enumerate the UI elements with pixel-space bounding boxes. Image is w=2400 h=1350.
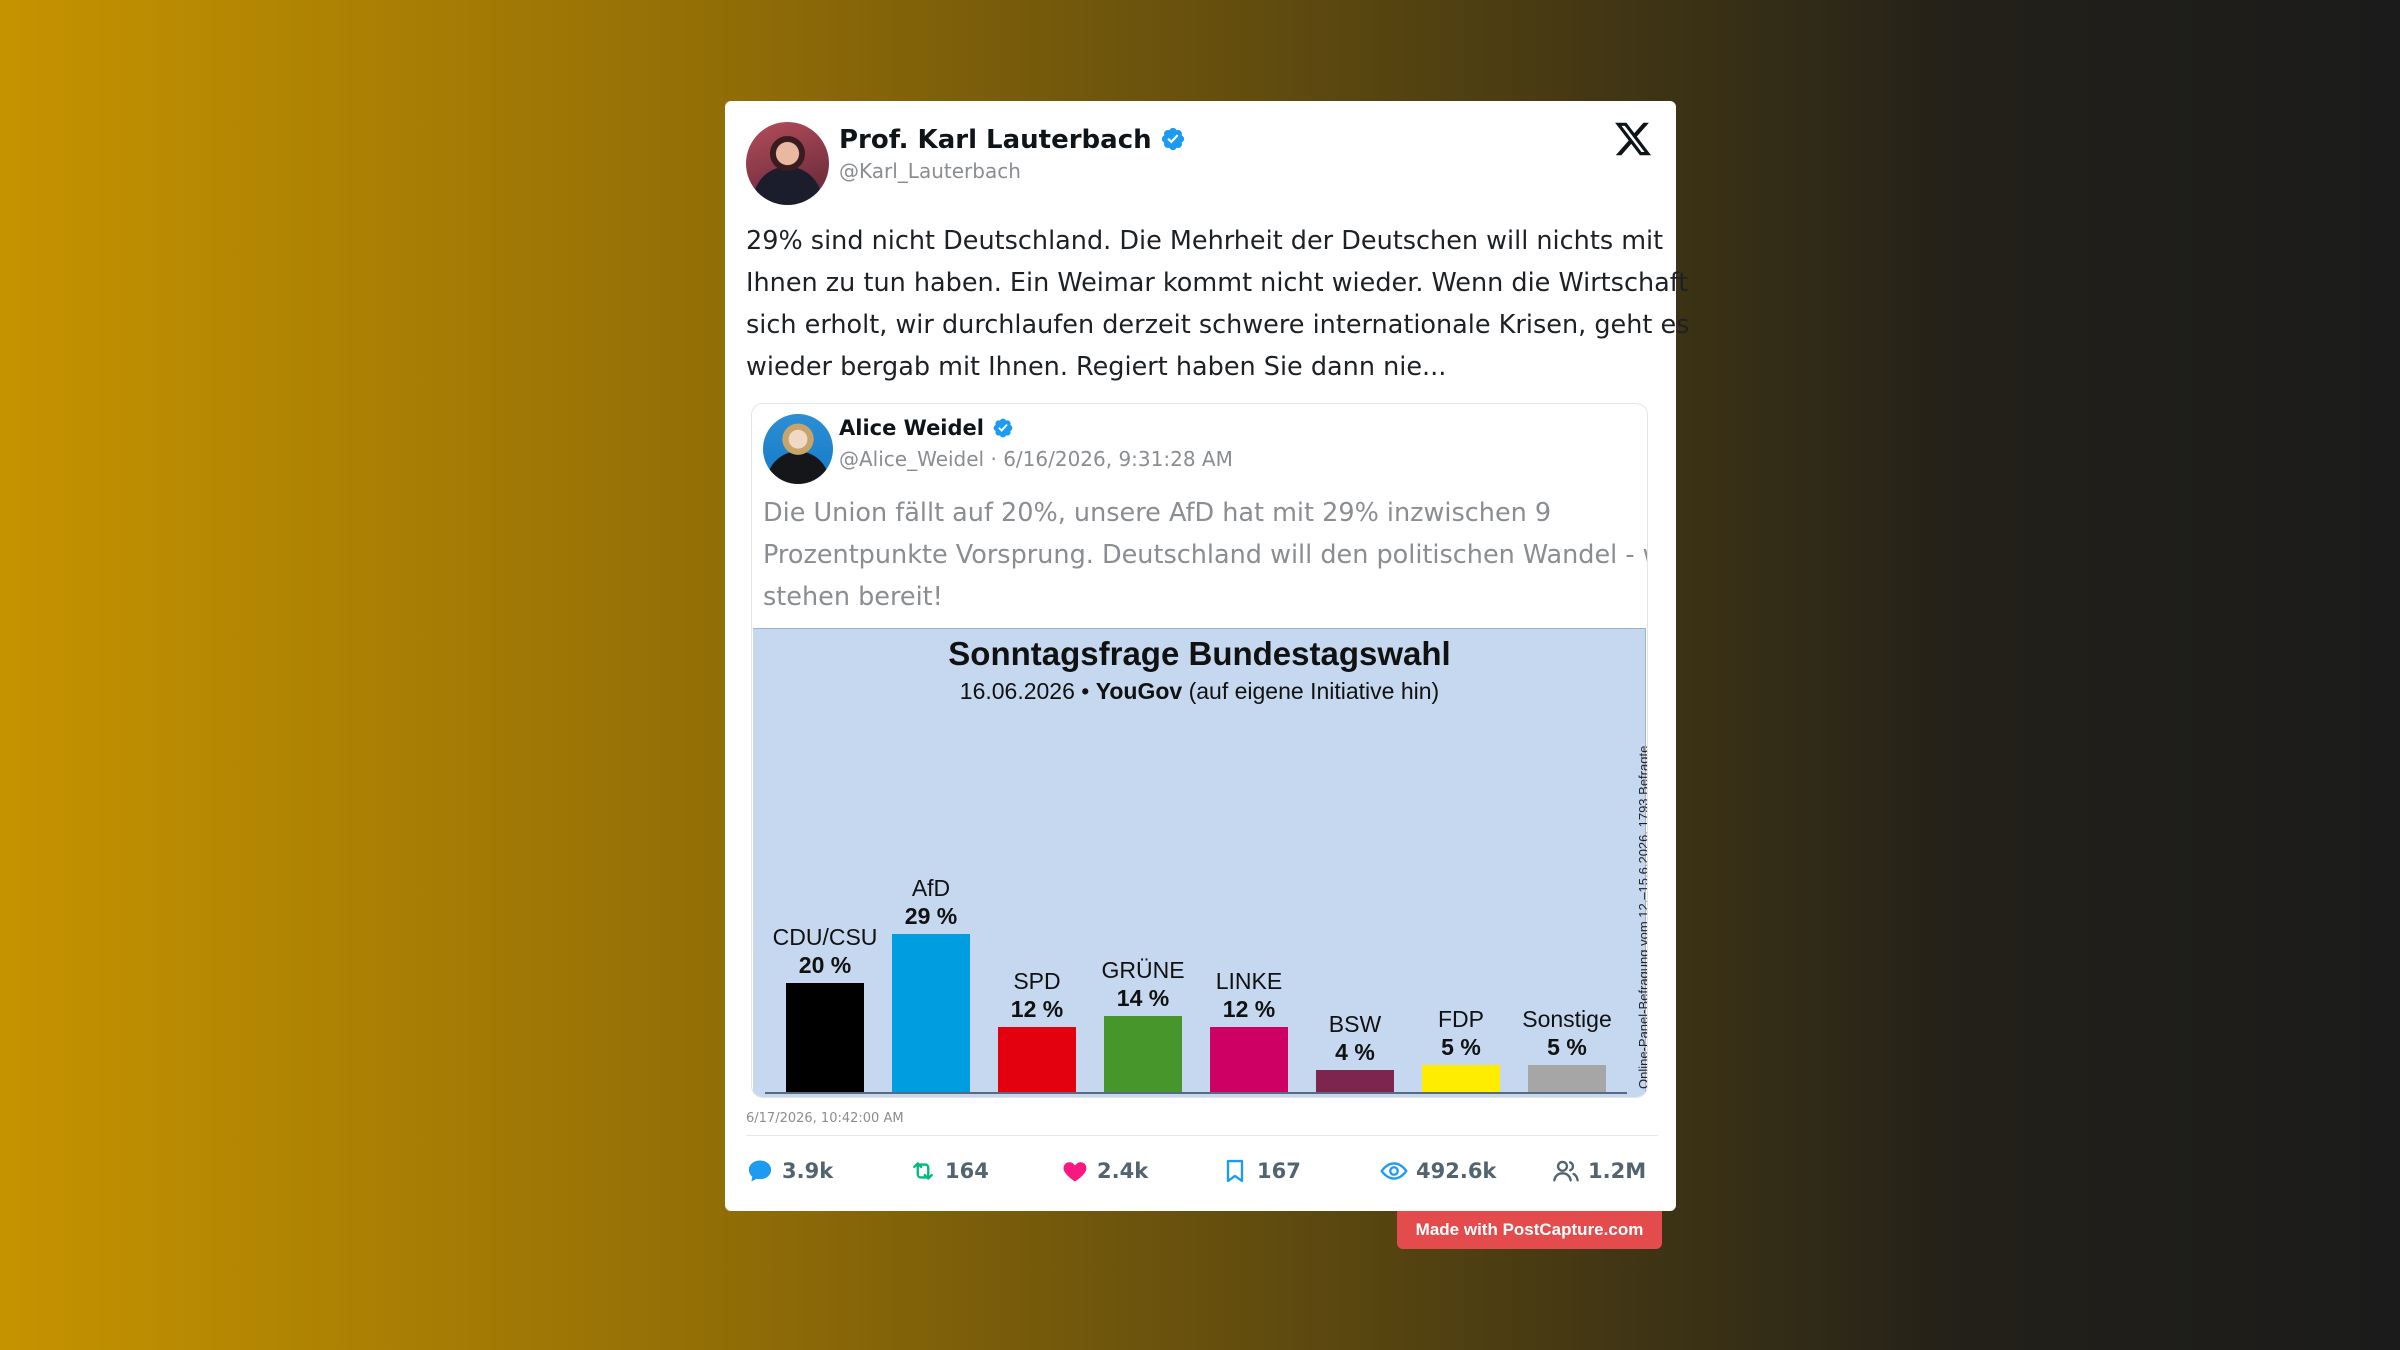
author-name-row[interactable]: Prof. Karl Lauterbach bbox=[839, 125, 1186, 159]
chart-category-label: AfD bbox=[911, 874, 951, 901]
verified-badge-icon bbox=[992, 417, 1014, 444]
chart-value-label: 29 % bbox=[904, 902, 958, 929]
views-button[interactable]: 492.6k bbox=[1380, 1151, 1496, 1191]
chart-value-label: 5 % bbox=[1547, 1033, 1587, 1060]
chart-bar-label: CDU/CSU 20 % bbox=[765, 923, 885, 979]
reply-button[interactable]: 3.9k bbox=[746, 1151, 833, 1191]
chart-value-label: 14 % bbox=[1116, 984, 1170, 1011]
chart-category-label: LINKE bbox=[1215, 967, 1283, 994]
quoted-text-line: stehen bereit! bbox=[763, 582, 943, 612]
chart-bar bbox=[1210, 1026, 1288, 1092]
chart-value-label: 20 % bbox=[798, 952, 852, 978]
retweet-icon bbox=[913, 1162, 933, 1180]
users-icon bbox=[1553, 1160, 1579, 1182]
bookmark-button[interactable]: 167 bbox=[1221, 1151, 1301, 1191]
chart-bar bbox=[1316, 1070, 1394, 1092]
chart-category-label: CDU/CSU bbox=[772, 924, 878, 950]
tweet-text-line: Ihnen zu tun haben. Ein Weimar kommt nic… bbox=[746, 268, 1689, 298]
like-count: 2.4k bbox=[1097, 1159, 1149, 1183]
chart-bar-label: AfD 29 % bbox=[871, 874, 991, 930]
chart-bar-label: GRÜNE 14 % bbox=[1083, 956, 1203, 1012]
chart-bar bbox=[1422, 1064, 1500, 1092]
verified-badge-icon bbox=[1160, 126, 1186, 159]
tweet-text: 29% sind nicht Deutschland. Die Mehrheit… bbox=[746, 220, 1690, 388]
chart-category-label: GRÜNE bbox=[1101, 956, 1185, 983]
like-button[interactable]: 2.4k bbox=[1061, 1151, 1148, 1191]
chart-baseline bbox=[765, 1092, 1627, 1094]
author-avatar[interactable] bbox=[746, 122, 829, 205]
author-handle[interactable]: @Karl_Lauterbach bbox=[839, 159, 1021, 183]
reply-count: 3.9k bbox=[782, 1159, 834, 1183]
tweet-text-line: sich erholt, wir durchlaufen derzeit sch… bbox=[746, 310, 1690, 340]
quoted-text-line: Prozentpunkte Vorsprung. Deutschland wil… bbox=[763, 540, 1648, 570]
chart-value-label: 4 % bbox=[1335, 1039, 1375, 1066]
chart-title: Sonntagsfrage Bundestagswahl bbox=[948, 635, 1451, 672]
chart-bar bbox=[1104, 1015, 1182, 1092]
chart-bar-label: Sonstige 5 % bbox=[1507, 1005, 1627, 1061]
quoted-author-name[interactable]: Alice Weidel bbox=[839, 416, 984, 440]
chart-value-label: 12 % bbox=[1010, 995, 1064, 1022]
chart-bar bbox=[892, 933, 970, 1092]
retweet-count: 164 bbox=[945, 1159, 989, 1183]
chart-bar bbox=[1528, 1064, 1606, 1092]
x-logo-icon[interactable] bbox=[1613, 119, 1653, 159]
quoted-author-meta[interactable]: @Alice_Weidel · 6/16/2026, 9:31:28 AM bbox=[839, 447, 1233, 471]
reply-bubble-icon bbox=[748, 1160, 772, 1182]
quoted-tweet[interactable]: Alice Weidel @Alice_Weidel · 6/16/2026, … bbox=[751, 403, 1648, 1098]
followers-button[interactable]: 1.2M bbox=[1552, 1151, 1646, 1191]
chart-category-label: Sonstige bbox=[1522, 1005, 1612, 1032]
tweet-text-line: wieder bergab mit Ihnen. Regiert haben S… bbox=[746, 352, 1447, 382]
quoted-author-avatar[interactable] bbox=[763, 414, 833, 484]
bookmark-count: 167 bbox=[1257, 1159, 1301, 1183]
chart-survey-note: Online-Panel-Befragung vom 12.–15.6.2026… bbox=[1636, 745, 1648, 1089]
chart-subtitle-note: (auf eigene Initiative hin) bbox=[1188, 678, 1440, 704]
quoted-tweet-text: Die Union fällt auf 20%, unsere AfD hat … bbox=[763, 492, 1648, 618]
author-name[interactable]: Prof. Karl Lauterbach bbox=[839, 125, 1152, 155]
chart-category-label: SPD bbox=[1013, 967, 1061, 994]
engagement-bar: 3.9k 164 2.4k 167 492.6k 1.2M bbox=[746, 1151, 1666, 1191]
tweet-text-line: 29% sind nicht Deutschland. Die Mehrheit… bbox=[746, 226, 1664, 256]
chart-subtitle: 16.06.2026 • YouGov (auf eigene Initiati… bbox=[753, 678, 1646, 705]
chart-bar-label: SPD 12 % bbox=[977, 967, 1097, 1023]
chart-bar bbox=[998, 1026, 1076, 1092]
postcapture-badge[interactable]: Made with PostCapture.com bbox=[1397, 1211, 1662, 1249]
views-count: 492.6k bbox=[1416, 1159, 1497, 1183]
eye-icon bbox=[1380, 1162, 1408, 1180]
heart-icon bbox=[1063, 1162, 1087, 1182]
followers-count: 1.2M bbox=[1588, 1159, 1647, 1183]
chart-bar-label: LINKE 12 % bbox=[1189, 967, 1309, 1023]
chart-category-label: BSW bbox=[1328, 1011, 1382, 1038]
chart-bar bbox=[786, 983, 864, 1092]
bookmark-icon bbox=[1226, 1159, 1244, 1183]
chart-value-label: 12 % bbox=[1222, 995, 1276, 1022]
divider bbox=[746, 1135, 1658, 1136]
chart-value-label: 5 % bbox=[1441, 1033, 1481, 1060]
chart-bar-label: BSW 4 % bbox=[1295, 1010, 1415, 1066]
quoted-author-name-row[interactable]: Alice Weidel bbox=[839, 416, 1014, 444]
poll-bar-chart[interactable]: Sonntagsfrage Bundestagswahl 16.06.2026 … bbox=[753, 628, 1648, 1097]
quoted-text-line: Die Union fällt auf 20%, unsere AfD hat … bbox=[763, 498, 1552, 528]
chart-subtitle-date: 16.06.2026 • bbox=[959, 678, 1090, 704]
chart-bar-label: FDP 5 % bbox=[1401, 1005, 1521, 1061]
tweet-card: Prof. Karl Lauterbach @Karl_Lauterbach 2… bbox=[725, 101, 1690, 1211]
chart-category-label: FDP bbox=[1438, 1005, 1484, 1032]
retweet-button[interactable]: 164 bbox=[909, 1151, 989, 1191]
chart-subtitle-source: YouGov bbox=[1095, 678, 1183, 704]
tweet-timestamp[interactable]: 6/17/2026, 10:42:00 AM bbox=[746, 1111, 904, 1126]
